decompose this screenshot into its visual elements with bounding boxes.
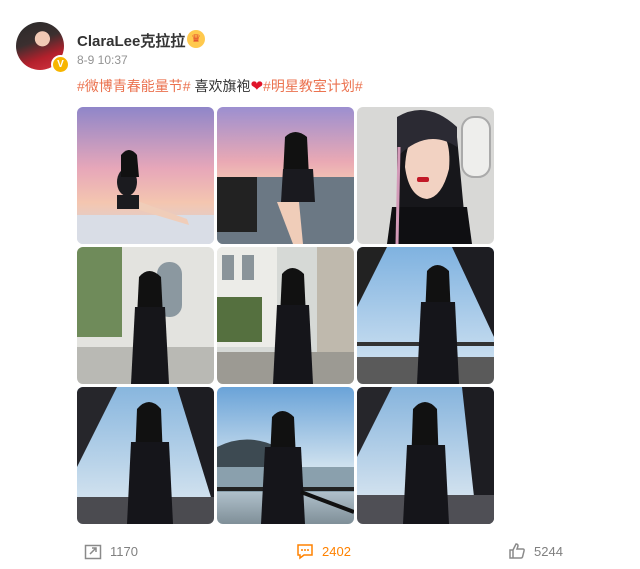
post-text-plain: 喜欢旗袍 [190, 78, 251, 94]
hashtag-link[interactable]: #微博青春能量节# [77, 78, 191, 94]
like-icon [509, 543, 525, 559]
post-timestamp[interactable]: 8-9 10:37 [77, 53, 128, 67]
comment-count: 2402 [322, 543, 351, 559]
photo-thumbnail[interactable] [77, 247, 214, 384]
action-bar: 1170 2402 5244 [0, 542, 640, 564]
photo-thumbnail[interactable] [77, 107, 214, 244]
heart-icon: ❤ [250, 78, 264, 95]
comment-button[interactable]: 2402 [296, 542, 351, 560]
share-icon [84, 544, 102, 560]
like-count: 5244 [534, 543, 563, 559]
crown-badge-icon[interactable]: ♛ [187, 30, 205, 48]
verified-badge-icon: V [51, 55, 70, 74]
share-count: 1170 [110, 543, 138, 559]
photo-thumbnail[interactable] [357, 107, 494, 244]
photo-thumbnail[interactable] [357, 387, 494, 524]
photo-thumbnail[interactable] [217, 107, 354, 244]
post-text: #微博青春能量节# 喜欢旗袍❤#明星教室计划# [77, 76, 363, 96]
like-button[interactable]: 5244 [508, 542, 563, 560]
comment-icon [297, 544, 313, 560]
photo-thumbnail[interactable] [217, 387, 354, 524]
share-button[interactable]: 1170 [84, 542, 138, 560]
photo-thumbnail[interactable] [77, 387, 214, 524]
photo-grid [77, 107, 494, 524]
photo-thumbnail[interactable] [217, 247, 354, 384]
photo-thumbnail[interactable] [357, 247, 494, 384]
hashtag-link[interactable]: #明星教室计划# [263, 78, 363, 94]
username[interactable]: ClaraLee克拉拉 [77, 30, 185, 51]
